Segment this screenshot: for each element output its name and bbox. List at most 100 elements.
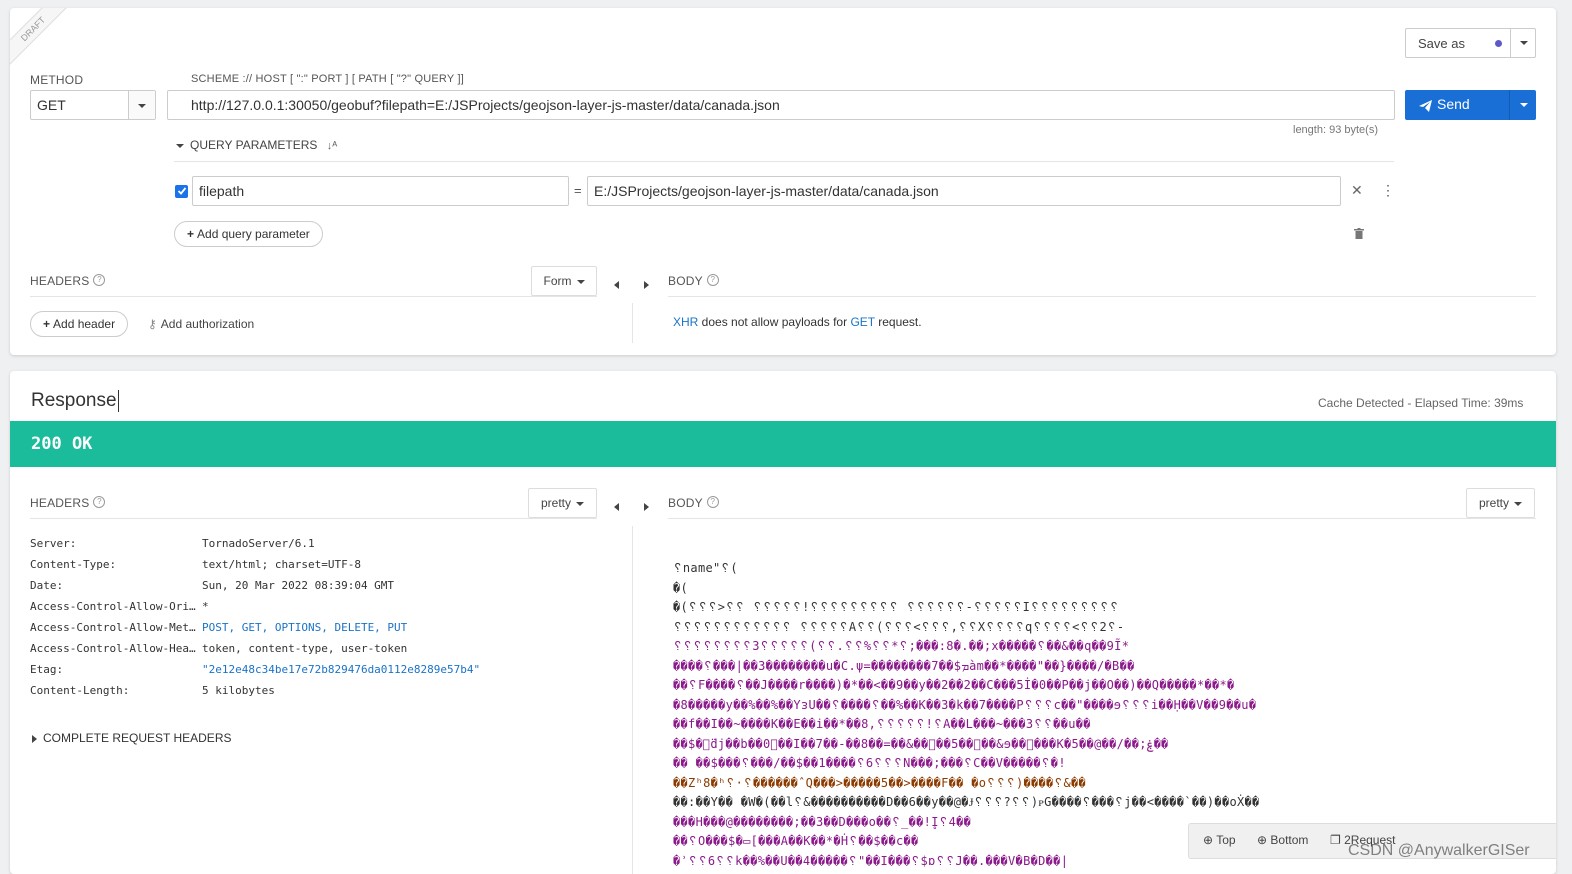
method-select[interactable]: GET: [30, 90, 156, 120]
response-body-line: ␦␦␦␦␦␦␦␦3␦␦␦␦␦(␦␦.␦␦%␦␦*␦;���:8�.��;x���…: [673, 639, 1130, 653]
add-query-parameter-button[interactable]: + Add query parameter: [174, 221, 323, 247]
response-body-line: ��f��I��~����K��E��i��*��8,␦␦␦␦␦!␦A��L��…: [673, 717, 1091, 731]
collapse-left-icon[interactable]: [614, 498, 619, 516]
send-dropdown-toggle[interactable]: [1509, 90, 1537, 120]
chevron-down-icon: [1519, 102, 1528, 107]
chevron-down-icon: [1520, 40, 1528, 45]
add-query-label: Add query parameter: [197, 227, 310, 241]
response-body-line: ����␦���|��3��������u�C.ψ=��������7��$ܡà…: [673, 658, 1135, 673]
response-header-row: Access-Control-Allow-Ori… *: [30, 598, 209, 616]
help-icon[interactable]: ?: [93, 274, 106, 286]
response-header-value: *: [202, 600, 209, 613]
response-header-key: Content-Length:: [30, 684, 130, 697]
chevron-down-icon: [1514, 501, 1522, 506]
close-icon[interactable]: ✕: [1351, 182, 1363, 199]
response-body-line: �(: [673, 580, 689, 595]
response-header-value: token, content-type, user-token: [202, 642, 408, 655]
response-header-row: Access-Control-Allow-Hea… token, content-…: [30, 640, 407, 658]
response-headers-divider: [30, 518, 597, 519]
request-body-label: BODY?: [668, 274, 719, 288]
body-pretty-dropdown[interactable]: pretty: [1466, 488, 1535, 518]
request-panel: DRAFT Save as METHOD GET SCHEME :// HOST…: [10, 8, 1556, 355]
check-icon: [177, 187, 186, 195]
method-label: METHOD: [30, 73, 84, 87]
url-value: http://127.0.0.1:30050/geobuf?filepath=E…: [191, 97, 780, 113]
param-value: E:/JSProjects/geojson-layer-js-master/da…: [594, 183, 939, 199]
response-header-value: POST, GET, OPTIONS, DELETE, PUT: [202, 621, 408, 634]
add-authorization-link[interactable]: ⚷ Add authorization: [148, 317, 254, 331]
response-body-line: ��␦O���$�▭[���A��K��*�Ḣ␦��$��c��: [673, 834, 919, 848]
sort-az-icon[interactable]: ↓ᴬ: [327, 140, 337, 152]
top-link[interactable]: ⊕ Top: [1203, 833, 1236, 847]
response-header-key: Access-Control-Allow-Hea…: [30, 642, 196, 655]
url-input[interactable]: http://127.0.0.1:30050/geobuf?filepath=E…: [167, 90, 1395, 120]
panel-splitter[interactable]: [632, 303, 633, 343]
key-icon: ⚷: [148, 317, 157, 331]
param-enabled-checkbox[interactable]: [175, 185, 188, 198]
paper-plane-icon: [1419, 99, 1432, 117]
param-value-input[interactable]: E:/JSProjects/geojson-layer-js-master/da…: [587, 176, 1341, 206]
add-header-label: Add header: [53, 317, 116, 331]
method-value: GET: [37, 97, 66, 113]
expand-right-icon[interactable]: [644, 498, 649, 516]
response-header-row: Content-Length: 5 kilobytes: [30, 682, 275, 700]
plus-icon: +: [43, 317, 51, 331]
response-body-line: ���H���@��������;��3��D���o��␦_��!I̥␦4��: [673, 814, 972, 829]
response-header-key: Etag:: [30, 663, 64, 676]
response-body-line: ��$�ͨ̈dj��b��0␦��I��7��-��8��=��&��␦��5�…: [673, 736, 1169, 751]
response-title: Response: [31, 390, 119, 412]
response-header-key: Server:: [30, 537, 77, 550]
request-headers-label: HEADERS?: [30, 274, 106, 288]
response-header-key: Content-Type:: [30, 558, 117, 571]
help-icon[interactable]: ?: [706, 274, 719, 286]
response-body-line: ��Zʰ8�ʰ␦·␦������ˆQ���>�����5��>����F�� �…: [673, 775, 1087, 790]
more-vertical-icon[interactable]: ⋮: [1381, 182, 1395, 199]
expand-right-icon[interactable]: [644, 276, 649, 294]
add-header-button[interactable]: + Add header: [30, 311, 129, 337]
response-body-divider: [668, 518, 1536, 519]
help-icon[interactable]: ?: [706, 496, 719, 508]
response-header-row: Etag: "2e12e48c34be17e72b829476da0112e828…: [30, 661, 480, 679]
body-msg-end: request.: [874, 315, 922, 329]
response-header-value: "2e12e48c34be17e72b829476da0112e8289e57b…: [202, 663, 481, 676]
collapse-left-icon[interactable]: [614, 276, 619, 294]
response-body-line: �ʾ␦␦6␦␦k��%��U��4�����␦"��I���␦$ɒ␦␦J��.�…: [673, 853, 1069, 868]
save-as-dropdown-toggle[interactable]: [1510, 29, 1537, 57]
param-name-value: filepath: [199, 183, 245, 199]
send-button[interactable]: Send: [1405, 90, 1536, 120]
complete-request-headers-toggle[interactable]: COMPLETE REQUEST HEADERS: [32, 731, 231, 745]
response-header-row: Server: TornadoServer/6.1: [30, 535, 315, 553]
response-panel: Response Cache Detected - Elapsed Time: …: [10, 371, 1556, 874]
panel-splitter[interactable]: [632, 526, 633, 874]
draft-label: DRAFT: [10, 8, 68, 66]
headers-pretty-dropdown[interactable]: pretty: [528, 488, 597, 518]
get-link[interactable]: GET: [850, 315, 874, 329]
save-as-button[interactable]: Save as: [1405, 28, 1536, 58]
chevron-down-icon: [576, 501, 584, 506]
help-icon[interactable]: ?: [93, 496, 106, 508]
watermark: CSDN @AnywalkerGISer: [1348, 842, 1530, 859]
form-dropdown[interactable]: Form: [531, 266, 597, 296]
param-equals: =: [574, 183, 582, 198]
response-body-line: �� ��$���␦���/��$��1����␦6␦␦␦N���;���␦C�…: [673, 756, 1066, 770]
request-headers-text: HEADERS: [30, 274, 90, 288]
form-label: Form: [543, 274, 572, 288]
response-header-key: Access-Control-Allow-Ori…: [30, 600, 196, 613]
query-params-toggle[interactable]: QUERY PARAMETERS ↓ᴬ: [176, 138, 337, 152]
chevron-down-icon: [138, 104, 146, 109]
response-header-row: Content-Type: text/html; charset=UTF-8: [30, 556, 361, 574]
response-header-row: Access-Control-Allow-Met… POST, GET, OPTI…: [30, 619, 407, 637]
trash-icon[interactable]: [1354, 226, 1364, 244]
method-dropdown-toggle[interactable]: [128, 91, 155, 119]
response-body-line: �(␦␦␦>␦␦ ␦␦␦␦␦!␦␦␦␦␦␦␦␦␦ ␦␦␦␦␦␦-␦␦␦␦␦I␦␦…: [673, 600, 1120, 614]
draft-ribbon: DRAFT: [10, 8, 68, 66]
response-body-label: BODY?: [668, 496, 719, 510]
complete-headers-label: COMPLETE REQUEST HEADERS: [43, 731, 232, 745]
response-body-line: ��␦F����␦��J����r����)�*��<��9��y��2��2�…: [673, 678, 1235, 692]
param-name-input[interactable]: filepath: [192, 176, 569, 206]
plus-icon: +: [187, 227, 195, 241]
bottom-link[interactable]: ⊕ Bottom: [1257, 833, 1308, 847]
xhr-link[interactable]: XHR: [673, 315, 698, 329]
chevron-down-icon: [576, 279, 585, 284]
response-meta: Cache Detected - Elapsed Time: 39ms: [1318, 396, 1524, 410]
